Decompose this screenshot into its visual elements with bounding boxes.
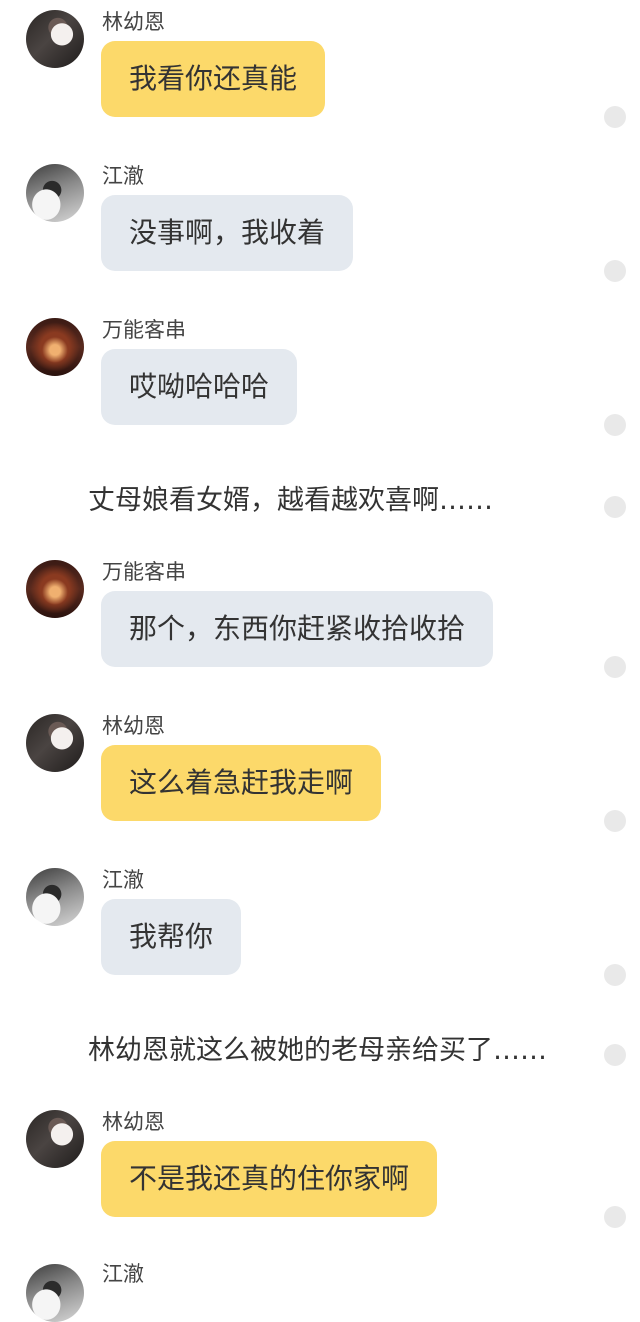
- avatar[interactable]: [26, 318, 84, 376]
- sender-name: 林幼恩: [102, 1110, 165, 1134]
- avatar[interactable]: [26, 560, 84, 618]
- sender-name: 江澈: [102, 1262, 144, 1286]
- message-bubble[interactable]: 哎呦哈哈哈: [101, 349, 298, 425]
- avatar[interactable]: [26, 1264, 84, 1322]
- circle-dot-icon[interactable]: [604, 656, 626, 678]
- narration-text: 丈母娘看女婿，越看越欢喜啊……: [88, 485, 493, 516]
- avatar[interactable]: [26, 164, 84, 222]
- message-bubble[interactable]: 不是我还真的住你家啊: [101, 1141, 438, 1217]
- narration-text: 林幼恩就这么被她的老母亲给买了……: [88, 1035, 547, 1066]
- sender-name: 林幼恩: [102, 10, 165, 34]
- circle-dot-icon[interactable]: [604, 496, 626, 518]
- avatar[interactable]: [26, 714, 84, 772]
- message-bubble[interactable]: 我帮你: [101, 899, 242, 975]
- message-bubble[interactable]: 我看你还真能: [101, 41, 326, 117]
- message-bubble[interactable]: 没事啊，我收着: [101, 195, 354, 271]
- sender-name: 林幼恩: [102, 714, 165, 738]
- sender-name: 江澈: [102, 164, 144, 188]
- avatar[interactable]: [26, 10, 84, 68]
- circle-dot-icon[interactable]: [604, 106, 626, 128]
- circle-dot-icon[interactable]: [604, 260, 626, 282]
- circle-dot-icon[interactable]: [604, 810, 626, 832]
- sender-name: 万能客串: [102, 318, 186, 342]
- message-bubble[interactable]: 那个，东西你赶紧收拾收拾: [101, 591, 494, 667]
- circle-dot-icon[interactable]: [604, 414, 626, 436]
- message-bubble[interactable]: 这么着急赶我走啊: [101, 745, 382, 821]
- circle-dot-icon[interactable]: [604, 964, 626, 986]
- avatar[interactable]: [26, 868, 84, 926]
- sender-name: 万能客串: [102, 560, 186, 584]
- circle-dot-icon[interactable]: [604, 1044, 626, 1066]
- avatar[interactable]: [26, 1110, 84, 1168]
- sender-name: 江澈: [102, 868, 144, 892]
- circle-dot-icon[interactable]: [604, 1206, 626, 1228]
